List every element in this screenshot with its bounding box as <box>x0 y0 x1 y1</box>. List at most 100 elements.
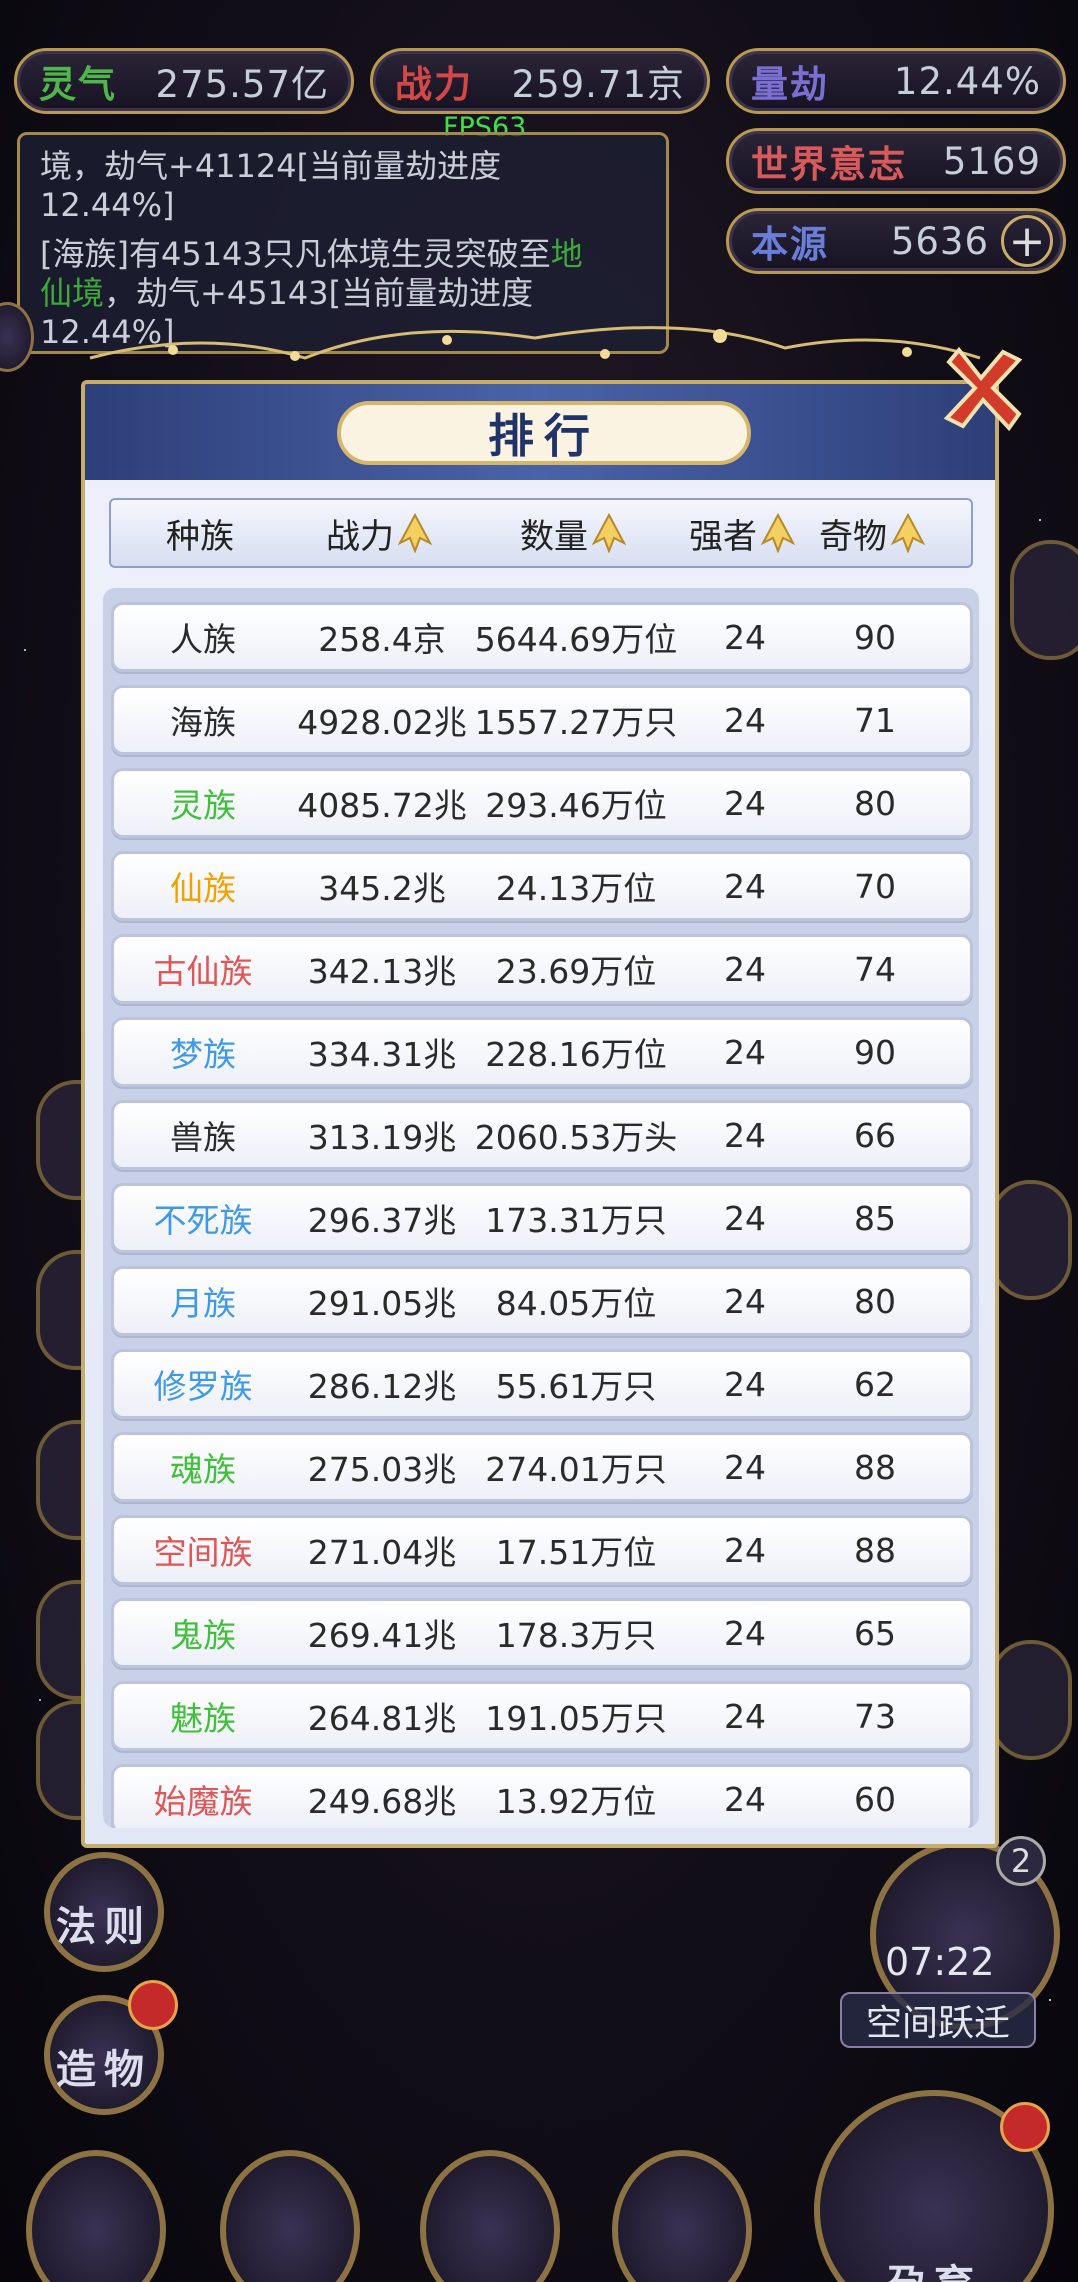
race-cell: 月族 <box>170 1284 236 1323</box>
bottom-nav-icon[interactable] <box>612 2150 752 2282</box>
power-cell: 4928.02兆 <box>297 703 467 742</box>
table-row[interactable]: 鬼族 269.41兆 178.3万只 24 65 <box>111 1598 973 1668</box>
table-row[interactable]: 海族 4928.02兆 1557.27万只 24 71 <box>111 685 973 755</box>
stat-origin-label: 本源 <box>751 223 829 266</box>
power-cell: 313.19兆 <box>307 1118 457 1157</box>
stat-lingqi-value: 275.57亿 <box>155 63 329 106</box>
power-cell: 286.12兆 <box>307 1367 457 1406</box>
close-icon[interactable] <box>935 344 1027 436</box>
side-icon[interactable] <box>990 1640 1072 1760</box>
log-entry: 境，劫气+41124[当前量劫进度 12.44%] <box>40 147 502 224</box>
add-origin-button[interactable]: + <box>1001 215 1053 267</box>
strong-cell: 24 <box>724 1198 766 1238</box>
strong-cell: 24 <box>724 866 766 906</box>
ranking-list[interactable]: 人族 258.4京 5644.69万位 24 90 海族 4928.02兆 1557.27万只… <box>103 588 979 1828</box>
modal-ornament <box>89 326 981 361</box>
race-cell: 修罗族 <box>153 1367 253 1406</box>
dialog-title: 排行 <box>337 401 751 465</box>
table-row[interactable]: 修罗族 286.12兆 55.61万只 24 62 <box>111 1349 973 1419</box>
treasure-cell: 88 <box>854 1447 896 1487</box>
stat-lingqi[interactable]: 灵气 275.57亿 <box>14 48 354 114</box>
strong-cell: 24 <box>724 1696 766 1736</box>
sort-arrow-icon <box>891 513 925 553</box>
stat-world-will[interactable]: 世界意志 5169 <box>726 128 1066 194</box>
stat-origin[interactable]: 本源 5636 + <box>726 208 1066 274</box>
strong-cell: 24 <box>724 1032 766 1072</box>
sort-by-treasure[interactable]: 奇物 <box>807 509 937 558</box>
table-row[interactable]: 灵族 4085.72兆 293.46万位 24 80 <box>111 768 973 838</box>
jump-timer: 07:22 <box>885 1940 995 1984</box>
strong-cell: 24 <box>724 1530 766 1570</box>
count-cell: 228.16万位 <box>485 1035 667 1074</box>
table-row[interactable]: 空间族 271.04兆 17.51万位 24 88 <box>111 1515 973 1585</box>
treasure-cell: 60 <box>854 1779 896 1819</box>
strong-cell: 24 <box>724 783 766 823</box>
table-row[interactable]: 不死族 296.37兆 173.31万只 24 85 <box>111 1183 973 1253</box>
treasure-cell: 66 <box>854 1115 896 1155</box>
race-cell: 不死族 <box>153 1201 253 1240</box>
header-race: 种族 <box>166 516 234 557</box>
table-row[interactable]: 始魔族 249.68兆 13.92万位 24 60 <box>111 1764 973 1828</box>
sort-arrow-icon <box>398 513 432 553</box>
notification-badge <box>128 1980 178 2030</box>
table-row[interactable]: 兽族 313.19兆 2060.53万头 24 66 <box>111 1100 973 1170</box>
bottom-nav-icon[interactable] <box>420 2150 560 2282</box>
table-row[interactable]: 魅族 264.81兆 191.05万只 24 73 <box>111 1681 973 1751</box>
sort-by-power[interactable]: 战力 <box>289 509 469 558</box>
count-cell: 23.69万位 <box>495 952 657 991</box>
stat-world-will-value: 5169 <box>942 139 1041 183</box>
sort-by-count[interactable]: 数量 <box>469 509 677 558</box>
stat-calamity-label: 量劫 <box>751 63 829 106</box>
treasure-cell: 71 <box>854 700 896 740</box>
power-cell: 271.04兆 <box>307 1533 457 1572</box>
count-cell: 17.51万位 <box>495 1533 657 1572</box>
race-cell: 海族 <box>170 703 236 742</box>
table-row[interactable]: 梦族 334.31兆 228.16万位 24 90 <box>111 1017 973 1087</box>
bottom-nav-icon[interactable] <box>26 2150 166 2282</box>
table-row[interactable]: 仙族 345.2兆 24.13万位 24 70 <box>111 851 973 921</box>
stat-power[interactable]: 战力 259.71京 <box>370 48 710 114</box>
treasure-cell: 90 <box>854 1032 896 1072</box>
count-cell: 274.01万只 <box>485 1450 667 1489</box>
stat-lingqi-label: 灵气 <box>39 63 117 106</box>
race-cell: 魅族 <box>170 1699 236 1738</box>
treasure-cell: 88 <box>854 1530 896 1570</box>
count-cell: 55.61万只 <box>495 1367 657 1406</box>
side-icon[interactable] <box>1010 540 1078 660</box>
race-cell: 兽族 <box>170 1118 236 1157</box>
treasure-cell: 85 <box>854 1198 896 1238</box>
table-row[interactable]: 月族 291.05兆 84.05万位 24 80 <box>111 1266 973 1336</box>
count-cell: 5644.69万位 <box>474 620 678 659</box>
stat-origin-value: 5636 <box>890 219 989 263</box>
treasure-cell: 80 <box>854 783 896 823</box>
stat-calamity-value: 12.44% <box>893 59 1041 103</box>
power-cell: 334.31兆 <box>307 1035 457 1074</box>
count-cell: 2060.53万头 <box>474 1118 678 1157</box>
count-cell: 84.05万位 <box>495 1284 657 1323</box>
race-cell: 空间族 <box>153 1533 253 1572</box>
treasure-cell: 90 <box>854 617 896 657</box>
bottom-nav-icon[interactable] <box>220 2150 360 2282</box>
side-icon[interactable] <box>990 1180 1072 1300</box>
treasure-cell: 80 <box>854 1281 896 1321</box>
count-cell: 178.3万只 <box>495 1616 657 1655</box>
power-cell: 296.37兆 <box>307 1201 457 1240</box>
table-row[interactable]: 人族 258.4京 5644.69万位 24 90 <box>111 602 973 672</box>
jump-count-badge: 2 <box>996 1836 1046 1886</box>
race-cell: 仙族 <box>170 869 236 908</box>
law-button[interactable]: 法则 <box>44 1852 164 1972</box>
space-jump-button[interactable]: 空间跃迁 <box>840 1992 1036 2048</box>
notification-badge <box>1000 2102 1050 2152</box>
race-cell: 古仙族 <box>153 952 253 991</box>
table-row[interactable]: 魂族 275.03兆 274.01万只 24 88 <box>111 1432 973 1502</box>
stat-world-will-label: 世界意志 <box>751 143 907 186</box>
treasure-cell: 73 <box>854 1696 896 1736</box>
strong-cell: 24 <box>724 1447 766 1487</box>
table-row[interactable]: 古仙族 342.13兆 23.69万位 24 74 <box>111 934 973 1004</box>
power-cell: 258.4京 <box>318 620 446 659</box>
stat-calamity[interactable]: 量劫 12.44% <box>726 48 1066 114</box>
sort-by-strong[interactable]: 强者 <box>677 509 807 558</box>
count-cell: 173.31万只 <box>485 1201 667 1240</box>
strong-cell: 24 <box>724 700 766 740</box>
power-cell: 249.68兆 <box>307 1782 457 1821</box>
